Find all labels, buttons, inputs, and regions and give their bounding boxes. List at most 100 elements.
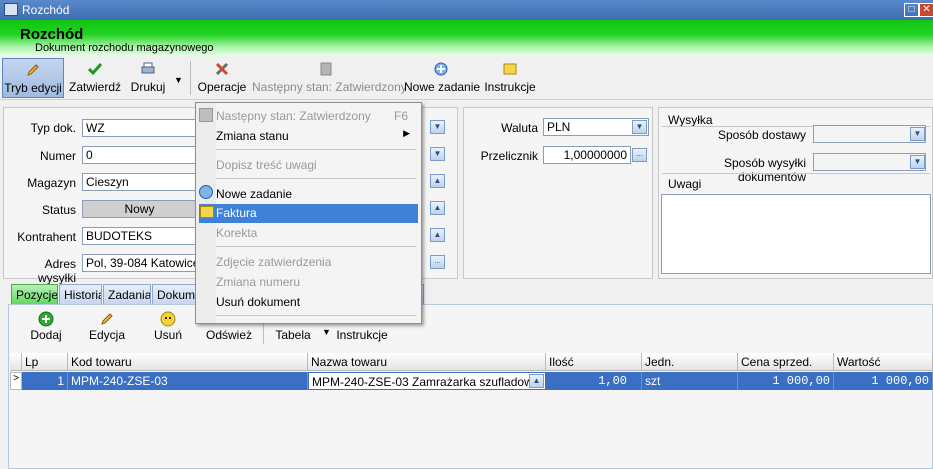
- column-header-code[interactable]: Kod towaru: [68, 353, 308, 371]
- title-bar: Rozchód □ ✕: [0, 0, 933, 20]
- menu-item-append-note[interactable]: Dopisz treść uwagi: [216, 156, 416, 175]
- main-toolbar: Tryb edycji Zatwierdź Drukuj ▼ Operacje …: [0, 56, 933, 100]
- refresh-label: Odśwież: [205, 328, 252, 342]
- lookup-up-icon[interactable]: ▲: [430, 201, 445, 215]
- operations-label: Operacje: [197, 80, 247, 94]
- dropdown-arrow-icon[interactable]: ▼: [430, 120, 445, 134]
- tab-history[interactable]: Historia: [59, 284, 102, 304]
- approve-button[interactable]: Zatwierdź: [66, 58, 124, 98]
- print-dropdown-arrow-icon[interactable]: ▼: [174, 75, 183, 85]
- tab-documents[interactable]: Dokume: [152, 284, 196, 304]
- instructions-icon: [503, 63, 517, 75]
- menu-separator: [216, 149, 416, 150]
- page-subtitle: Dokument rozchodu magazynowego: [35, 42, 214, 54]
- tab-tasks[interactable]: Zadania: [103, 284, 151, 304]
- toolbar-separator: [190, 61, 191, 95]
- menu-item-new-task[interactable]: Nowe zadanie: [216, 185, 416, 204]
- column-header-name[interactable]: Nazwa towaru: [308, 353, 546, 371]
- cell-name-editor[interactable]: MPM-240-ZSE-03 Zamrażarka szufladowa: [308, 372, 546, 390]
- column-header-unit[interactable]: Jedn.: [642, 353, 738, 371]
- ellipsis-icon[interactable]: ...: [430, 255, 445, 269]
- ship-address-label: Adres wysyłki: [38, 257, 76, 285]
- delete-label: Usuń: [153, 328, 182, 342]
- edit-label: Edycja: [88, 328, 126, 342]
- cell-qty[interactable]: 1,00: [546, 372, 642, 390]
- cell-price[interactable]: 1 000,00: [738, 372, 834, 390]
- dropdown-arrow-icon[interactable]: ▼: [430, 147, 445, 161]
- cell-value[interactable]: 1 000,00: [834, 372, 933, 390]
- row-indicator-icon[interactable]: >: [10, 372, 22, 390]
- rate-label: Przelicznik: [480, 149, 538, 163]
- number-field[interactable]: 0: [82, 146, 197, 164]
- column-header-price[interactable]: Cena sprzed.: [738, 353, 834, 371]
- tab-positions[interactable]: Pozycje: [11, 284, 58, 304]
- page-title: Rozchód: [20, 26, 84, 43]
- edit-button[interactable]: Edycja: [80, 308, 134, 346]
- menu-item-correction[interactable]: Korekta: [216, 224, 416, 243]
- print-button[interactable]: Drukuj: [126, 58, 170, 98]
- menu-separator: [216, 178, 416, 179]
- currency-dropdown-icon[interactable]: ▼: [632, 120, 647, 134]
- contractor-label: Kontrahent: [17, 230, 76, 244]
- approve-label: Zatwierdź: [68, 80, 121, 94]
- menu-item-change-number[interactable]: Zmiana numeru: [216, 273, 416, 292]
- notes-textarea[interactable]: [661, 194, 931, 274]
- add-button[interactable]: Dodaj: [20, 308, 72, 346]
- edit-mode-button[interactable]: Tryb edycji: [2, 58, 64, 98]
- delivery-method-label: Sposób dostawy: [717, 128, 806, 142]
- contractor-field[interactable]: BUDOTEKS: [82, 227, 197, 245]
- delete-button[interactable]: Usuń: [144, 308, 192, 346]
- app-icon: [4, 3, 18, 16]
- warehouse-label: Magazyn: [27, 176, 76, 190]
- menu-item-unapprove[interactable]: Zdjęcie zatwierdzenia: [216, 253, 416, 272]
- column-header-lp[interactable]: Lp: [22, 353, 68, 371]
- cell-lookup-icon[interactable]: ▲: [529, 374, 544, 388]
- doc-type-label: Typ dok.: [30, 121, 76, 135]
- menu-item-invoice[interactable]: Faktura: [199, 204, 418, 223]
- menu-next-state-shortcut: F6: [393, 109, 408, 123]
- instructions-button[interactable]: Instrukcje: [482, 58, 538, 98]
- edit-mode-label: Tryb edycji: [4, 81, 62, 95]
- grid-indicator-header: [10, 353, 22, 371]
- docs-shipping-dropdown-icon[interactable]: ▼: [910, 155, 925, 169]
- cell-lp[interactable]: 1: [22, 372, 68, 390]
- menu-item-delete-document[interactable]: Usuń dokument: [216, 293, 416, 312]
- maximize-icon[interactable]: □: [904, 3, 919, 17]
- cell-code[interactable]: MPM-240-ZSE-03: [68, 372, 308, 390]
- notes-title: Uwagi: [668, 177, 702, 191]
- submenu-arrow-icon: ▶: [403, 128, 410, 138]
- group-divider: [662, 173, 930, 174]
- new-task-icon: [434, 62, 448, 76]
- status-field: Nowy: [82, 200, 197, 218]
- invoice-folder-icon: [200, 206, 214, 218]
- cell-unit[interactable]: szt: [642, 372, 738, 390]
- smiley-icon: [160, 311, 176, 327]
- close-icon[interactable]: ✕: [919, 3, 933, 17]
- operations-button[interactable]: Operacje: [196, 58, 248, 98]
- new-task-button[interactable]: Nowe zadanie: [404, 58, 481, 98]
- warehouse-field[interactable]: Cieszyn: [82, 173, 197, 191]
- add-icon: [38, 311, 54, 327]
- table-dropdown-arrow-icon[interactable]: ▼: [322, 327, 331, 337]
- menu-item-next-state[interactable]: Następny stan: Zatwierdzony F6: [216, 107, 416, 126]
- rate-field[interactable]: 1,00000000: [543, 146, 631, 164]
- instructions-label: Instrukcje: [484, 80, 536, 94]
- new-task-label: Nowe zadanie: [404, 80, 481, 94]
- rate-ellipsis-icon[interactable]: ...: [632, 148, 647, 162]
- menu-item-change-state[interactable]: Zmiana stanu ▶: [216, 127, 416, 146]
- menu-next-state-label: Następny stan: Zatwierdzony: [216, 109, 371, 123]
- shipping-group-title: Wysyłka: [668, 113, 713, 127]
- lookup-up-icon[interactable]: ▲: [430, 174, 445, 188]
- delivery-method-dropdown-icon[interactable]: ▼: [910, 127, 925, 141]
- next-state-button[interactable]: Następny stan: Zatwierdzony: [252, 58, 407, 98]
- lookup-up-icon[interactable]: ▲: [430, 228, 445, 242]
- window-title: Rozchód: [22, 3, 70, 17]
- add-label: Dodaj: [30, 328, 62, 342]
- ship-address-field[interactable]: Pol, 39-084 Katowice, K: [82, 254, 197, 272]
- doc-type-field[interactable]: WZ: [82, 119, 197, 137]
- pencil-icon: [27, 64, 39, 76]
- column-header-qty[interactable]: Ilość: [546, 353, 642, 371]
- status-label: Status: [41, 203, 76, 217]
- column-header-value[interactable]: Wartość: [834, 353, 933, 371]
- next-state-icon: [320, 62, 332, 76]
